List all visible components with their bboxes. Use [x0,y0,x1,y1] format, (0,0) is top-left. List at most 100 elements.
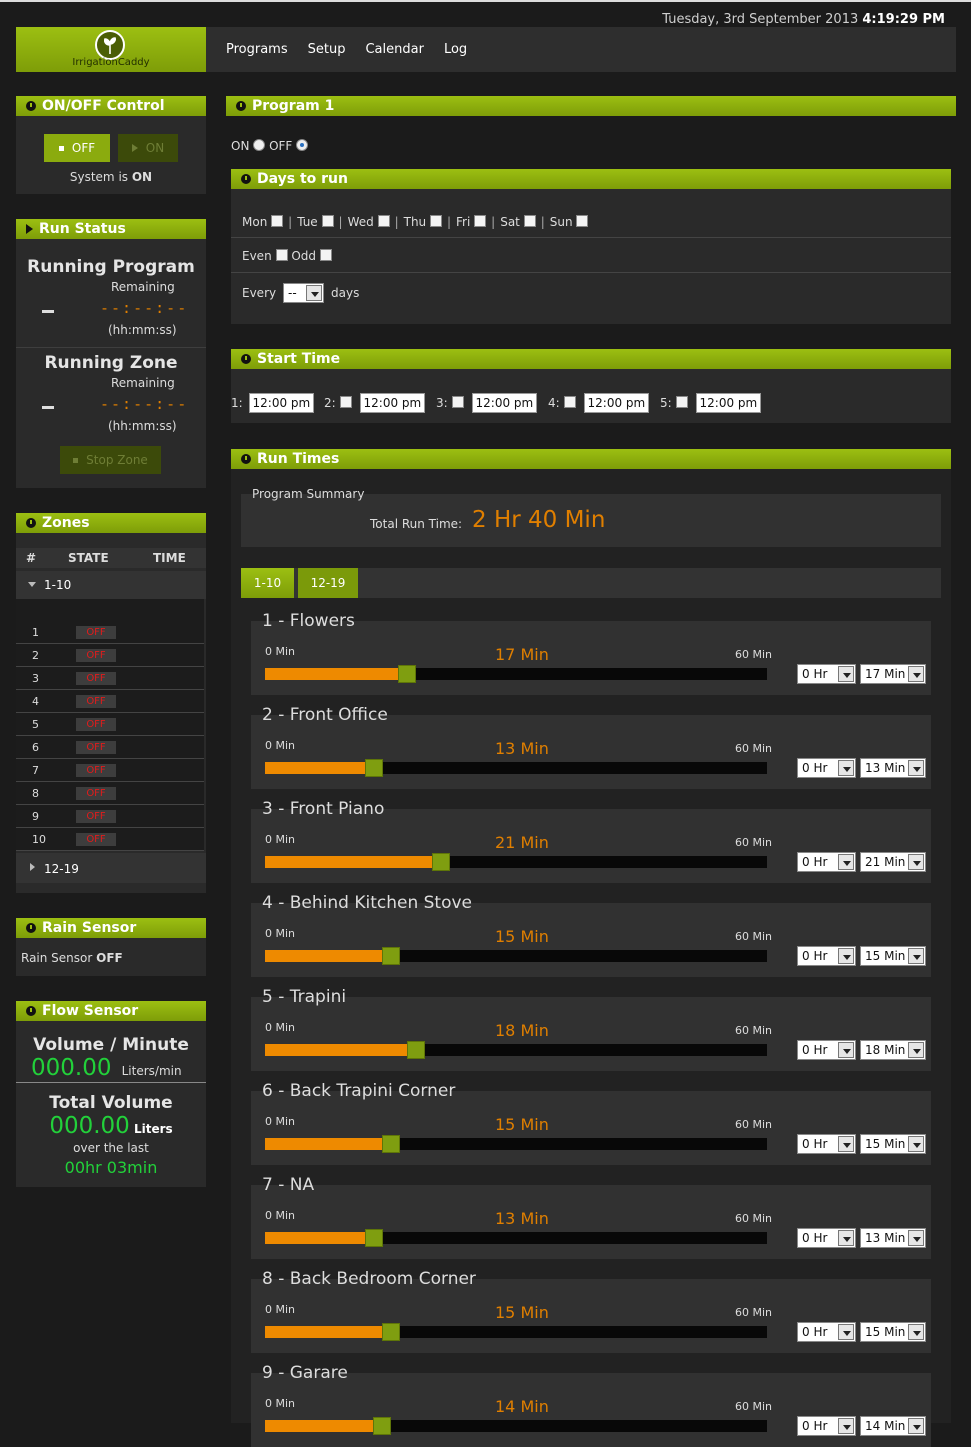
zone-remaining-label: Remaining [111,376,175,390]
start-time-enable-checkbox[interactable] [675,396,688,408]
hours-value: 0 Hr [802,949,828,963]
day-checkbox-thu[interactable] [429,215,442,227]
start-time-input[interactable]: 12:00 pm [583,393,650,413]
slider-fill [265,668,407,680]
day-checkbox-tue[interactable] [321,215,334,227]
volume-minute-title: Volume / Minute [33,1035,189,1055]
day-checkbox-sun[interactable] [576,215,589,227]
run-time-slider[interactable] [265,1135,767,1153]
run-time-slider[interactable] [265,665,767,683]
run-time-slider[interactable] [265,759,767,777]
zone-group-1-10[interactable]: 1-10 [16,571,206,599]
start-time-input[interactable]: 12:00 pm [695,393,762,413]
slider-handle[interactable] [365,1229,383,1247]
stop-zone-button[interactable]: Stop Zone [60,446,161,474]
run-status-divider [16,347,206,348]
minutes-select[interactable]: 14 Min [860,1416,926,1436]
nav-setup[interactable]: Setup [308,42,346,57]
even-checkbox[interactable] [275,249,288,261]
start-time-input[interactable]: 12:00 pm [471,393,538,413]
start-time-enable-checkbox[interactable] [563,396,576,408]
rain-title-text: Rain Sensor [42,920,137,936]
zone-remaining-time: --:--:-- [100,395,189,413]
hours-select[interactable]: 0 Hr [797,1040,856,1060]
slider-fill [265,1420,382,1432]
odd-checkbox[interactable] [319,249,332,261]
nav-calendar[interactable]: Calendar [365,42,423,57]
hours-select[interactable]: 0 Hr [797,1134,856,1154]
start-time-enable-checkbox[interactable] [451,396,464,408]
program-off-radio[interactable] [296,139,309,151]
minutes-value: 15 Min [865,949,906,963]
slider-handle[interactable] [407,1041,425,1059]
zone-row[interactable]: 6 OFF [16,736,204,759]
zone-row[interactable]: 2 OFF [16,644,204,667]
hours-select[interactable]: 0 Hr [797,1322,856,1342]
zone-group-12-19[interactable]: 12-19 [16,853,206,883]
hours-select[interactable]: 0 Hr [797,1416,856,1436]
off-button[interactable]: OFF [44,134,110,162]
nav-log[interactable]: Log [444,42,467,57]
run-status-title-text: Run Status [39,221,126,237]
day-checkbox-mon[interactable] [271,215,284,227]
every-days-select[interactable]: -- [283,283,324,303]
run-time-slider[interactable] [265,853,767,871]
minutes-select[interactable]: 15 Min [860,1322,926,1342]
hours-select[interactable]: 0 Hr [797,852,856,872]
tab-1-10[interactable]: 1-10 [241,568,294,598]
minutes-select[interactable]: 15 Min [860,946,926,966]
slider-handle[interactable] [382,1323,400,1341]
start-time-enable-checkbox[interactable] [339,396,352,408]
zone-row[interactable]: 10 OFF [16,828,204,851]
day-label-sun: Sun [549,215,573,229]
run-time-slider[interactable] [265,1417,767,1435]
minutes-select[interactable]: 17 Min [860,664,926,684]
program-dash [42,310,54,313]
zone-run-card: 9 - Garare 0 Min 14 Min 60 Min 0 Hr 14 Min [251,1363,931,1447]
col-num: # [26,551,37,565]
day-checkbox-wed[interactable] [377,215,390,227]
zone-row[interactable]: 7 OFF [16,759,204,782]
hours-select[interactable]: 0 Hr [797,758,856,778]
slider-handle[interactable] [432,853,450,871]
hours-select[interactable]: 0 Hr [797,946,856,966]
zone-row[interactable]: 4 OFF [16,690,204,713]
day-label-mon: Mon [242,215,268,229]
onoff-panel: ON/OFF Control OFF ON System is ON [16,96,206,194]
minutes-select[interactable]: 13 Min [860,758,926,778]
hours-select[interactable]: 0 Hr [797,664,856,684]
zone-row[interactable]: 8 OFF [16,782,204,805]
program-on-radio[interactable] [253,139,266,151]
start-time-1: 1: 12:00 pm [231,393,315,413]
zone-row[interactable]: 5 OFF [16,713,204,736]
tab-12-19[interactable]: 12-19 [298,568,358,598]
power-icon [26,101,36,111]
zone-row[interactable]: 9 OFF [16,805,204,828]
day-checkbox-fri[interactable] [474,215,487,227]
hours-select[interactable]: 0 Hr [797,1228,856,1248]
day-checkbox-sat[interactable] [523,215,536,227]
logo[interactable]: IrrigationCaddy [16,27,206,72]
slider-handle[interactable] [382,947,400,965]
slider-handle[interactable] [382,1135,400,1153]
program-remaining-label: Remaining [111,280,175,294]
slider-handle[interactable] [365,759,383,777]
start-time-input[interactable]: 12:00 pm [359,393,426,413]
minutes-select[interactable]: 15 Min [860,1134,926,1154]
minutes-select[interactable]: 13 Min [860,1228,926,1248]
run-time-slider[interactable] [265,947,767,965]
run-time-slider[interactable] [265,1229,767,1247]
minutes-select[interactable]: 21 Min [860,852,926,872]
hours-value: 0 Hr [802,1231,828,1245]
on-button[interactable]: ON [118,134,178,162]
slider-handle[interactable] [373,1417,391,1435]
minutes-select[interactable]: 18 Min [860,1040,926,1060]
zone-run-name: 6 - Back Trapini Corner [262,1081,456,1101]
run-time-slider[interactable] [265,1041,767,1059]
zone-row[interactable]: 3 OFF [16,667,204,690]
start-time-input[interactable]: 12:00 pm [248,393,315,413]
run-time-slider[interactable] [265,1323,767,1341]
zone-row[interactable]: 1 OFF [16,621,204,644]
slider-handle[interactable] [398,665,416,683]
nav-programs[interactable]: Programs [226,42,288,57]
